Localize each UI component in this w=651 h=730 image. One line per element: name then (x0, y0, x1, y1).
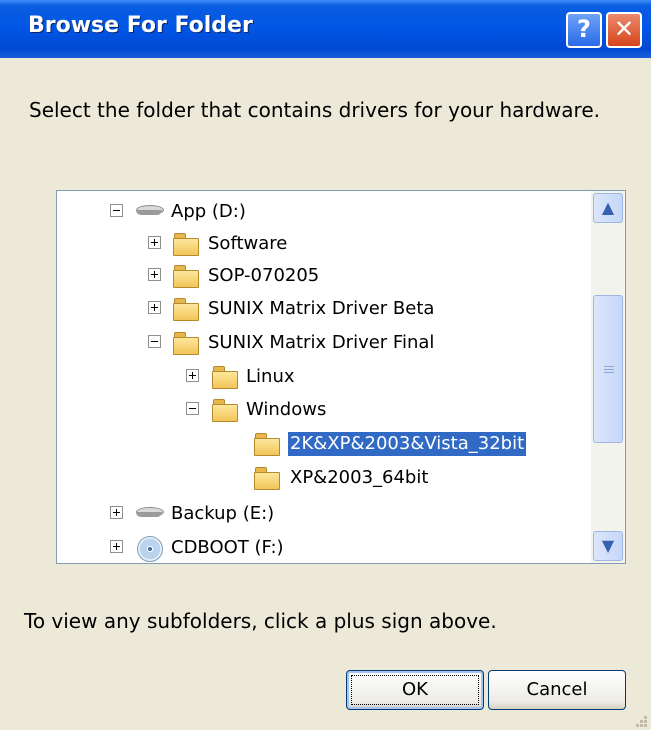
tree-item-backup-drive[interactable]: Backup (E:) (57, 499, 587, 529)
tree-item-label: Backup (E:) (171, 503, 275, 524)
browse-for-folder-dialog: Browse For Folder ? ✕ Select the folder … (0, 0, 651, 730)
tree-item-cdboot-drive[interactable]: CDBOOT (F:) (57, 533, 587, 563)
tree-item-app-drive[interactable]: App (D:) (57, 197, 587, 227)
tree-item-windows[interactable]: Windows (57, 395, 587, 425)
help-button[interactable]: ? (566, 12, 602, 48)
tree-item-label: SOP-070205 (208, 265, 320, 286)
instruction-text: Select the folder that contains drivers … (29, 98, 600, 122)
close-icon: ✕ (613, 15, 635, 43)
scroll-thumb[interactable] (593, 295, 623, 443)
expand-icon[interactable] (110, 540, 123, 553)
tree-item-label: Software (208, 233, 288, 254)
tree-item-sunix-final[interactable]: SUNIX Matrix Driver Final (57, 328, 587, 358)
tree-item-vista-32bit[interactable]: 2K&XP&2003&Vista_32bit (57, 429, 587, 459)
tree-item-label: XP&2003_64bit (290, 467, 429, 488)
resize-grip-icon[interactable] (632, 712, 648, 728)
tree-item-sop[interactable]: SOP-070205 (57, 261, 587, 291)
folder-icon (172, 263, 200, 289)
hard-drive-icon (134, 507, 164, 521)
focus-rect (351, 675, 479, 705)
tree-item-label: 2K&XP&2003&Vista_32bit (286, 431, 528, 457)
help-icon: ? (577, 15, 591, 43)
hard-drive-icon (134, 205, 164, 219)
title-bar[interactable]: Browse For Folder ? ✕ (0, 0, 651, 58)
cancel-button[interactable]: Cancel (488, 670, 626, 710)
collapse-icon[interactable] (148, 335, 161, 348)
folder-icon (253, 431, 281, 457)
folder-icon (211, 397, 239, 423)
expand-icon[interactable] (148, 268, 161, 281)
chevron-down-icon: ▼ (601, 536, 615, 555)
collapse-icon[interactable] (186, 402, 199, 415)
expand-icon[interactable] (148, 301, 161, 314)
tree-item-sunix-beta[interactable]: SUNIX Matrix Driver Beta (57, 294, 587, 324)
close-button[interactable]: ✕ (606, 12, 642, 48)
tree-item-label: CDBOOT (F:) (171, 537, 284, 558)
collapse-icon[interactable] (110, 204, 123, 217)
cd-drive-icon (137, 536, 163, 562)
hint-text: To view any subfolders, click a plus sig… (24, 609, 497, 633)
tree-item-label: SUNIX Matrix Driver Final (208, 332, 435, 353)
folder-icon (172, 330, 200, 356)
folder-icon (172, 231, 200, 257)
tree-item-label: App (D:) (171, 201, 246, 222)
expand-icon[interactable] (186, 369, 199, 382)
tree-item-label: Windows (246, 399, 327, 420)
expand-icon[interactable] (110, 506, 123, 519)
vertical-scrollbar[interactable]: ▲ ▼ (591, 191, 625, 563)
folder-icon (211, 364, 239, 390)
chevron-up-icon: ▲ (601, 198, 615, 217)
tree-item-label: Linux (246, 366, 295, 387)
tree-item-label: SUNIX Matrix Driver Beta (208, 298, 435, 319)
folder-tree[interactable]: App (D:) Software SOP-070205 SUNIX Matri… (56, 190, 626, 564)
folder-icon (253, 465, 281, 491)
scroll-up-button[interactable]: ▲ (593, 193, 623, 223)
cancel-button-label: Cancel (526, 679, 588, 700)
window-title: Browse For Folder (28, 13, 253, 38)
folder-icon (172, 296, 200, 322)
expand-icon[interactable] (148, 236, 161, 249)
scroll-down-button[interactable]: ▼ (593, 531, 623, 561)
tree-item-software[interactable]: Software (57, 229, 587, 259)
tree-item-xp-64bit[interactable]: XP&2003_64bit (57, 463, 587, 493)
ok-button[interactable]: OK (346, 670, 484, 710)
tree-item-linux[interactable]: Linux (57, 362, 587, 392)
